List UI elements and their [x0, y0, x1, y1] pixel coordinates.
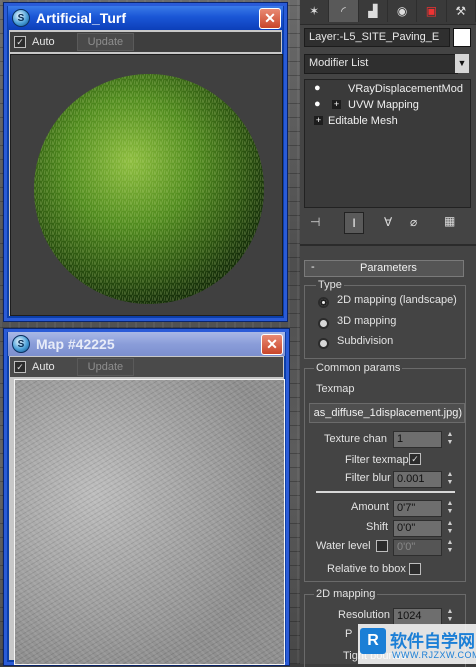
close-button[interactable]: ✕	[261, 334, 283, 355]
texture-chan-input[interactable]: 1	[393, 431, 442, 448]
dropdown-arrow-icon[interactable]: ▼	[455, 54, 469, 73]
amount-spinner[interactable]: ▲ ▼	[445, 500, 455, 517]
pin-stack-icon[interactable]: ⊣	[310, 215, 320, 229]
show-end-result-icon[interactable]: Ι	[344, 212, 364, 234]
amount-label: Amount	[351, 501, 389, 513]
filter-blur-input[interactable]: 0.001	[393, 471, 442, 488]
separator-line	[316, 491, 455, 493]
watermark-logo: R 软件自学网 WWW.RJZXW.COM	[358, 624, 476, 664]
resolution-label: Resolution	[338, 609, 390, 621]
map-preview-canvas	[14, 379, 285, 665]
radio-button[interactable]	[320, 320, 327, 327]
texmap-button[interactable]: as_diffuse_1displacement.jpg)	[309, 403, 465, 423]
radio-2d-mapping[interactable]: 2D mapping (landscape)	[320, 294, 457, 309]
shift-input[interactable]: 0'0"	[393, 520, 442, 537]
resolution-input[interactable]: 1024	[393, 608, 442, 625]
stack-item-label: UVW Mapping	[348, 99, 419, 111]
auto-checkbox[interactable]: ✓	[14, 36, 26, 48]
filter-texmap-label: Filter texmap	[345, 454, 409, 466]
object-color-swatch[interactable]	[453, 28, 471, 47]
precision-label: P	[345, 628, 353, 640]
water-level-checkbox[interactable]	[376, 540, 388, 552]
auto-checkbox[interactable]: ✓	[14, 361, 26, 373]
radio-button[interactable]	[320, 299, 327, 306]
texture-chan-spinner[interactable]: ▲ ▼	[445, 431, 455, 448]
filter-blur-spinner[interactable]: ▲ ▼	[445, 471, 455, 488]
auto-label: Auto	[32, 361, 55, 373]
material-window-titlebar[interactable]: S Artificial_Turf ✕	[8, 6, 283, 30]
update-button[interactable]: Update	[76, 33, 135, 51]
stack-toolbar: ⊣ Ι ∀ ⌀ ▦	[304, 211, 472, 235]
lightbulb-icon[interactable]: ●	[314, 98, 321, 110]
filter-blur-label: Filter blur	[345, 472, 391, 484]
type-group-label: Type	[316, 279, 344, 291]
rollout-title: Parameters	[360, 262, 417, 274]
modify-icon[interactable]: ◜	[329, 0, 359, 22]
material-preview-window: S Artificial_Turf ✕ ✓ Auto Update	[3, 2, 288, 322]
radio-3d-mapping[interactable]: 3D mapping	[320, 315, 396, 330]
stack-item-uvw-mapping[interactable]: ● + UVW Mapping	[306, 98, 468, 113]
common-params-group-label: Common params	[314, 362, 403, 374]
relative-to-bbox-checkbox[interactable]	[409, 563, 421, 575]
expand-plus-icon[interactable]: +	[332, 100, 341, 109]
relative-to-bbox-label: Relative to bbox	[327, 563, 406, 575]
motion-icon[interactable]: ◉	[388, 0, 418, 22]
command-panel-tabs: ✶ ◜ ▟ ◉ ▣ ⚒	[300, 0, 476, 25]
radio-subdivision[interactable]: Subdivision	[320, 335, 393, 350]
map-preview-window: S Map #42225 ✕ ✓ Auto Update	[3, 328, 290, 666]
shift-spinner[interactable]: ▲ ▼	[445, 520, 455, 537]
watermark-url: WWW.RJZXW.COM	[392, 650, 476, 660]
lightbulb-icon[interactable]: ●	[314, 82, 321, 94]
texmap-label: Texmap	[316, 383, 355, 395]
mapping2d-group-label: 2D mapping	[314, 588, 378, 600]
water-level-label: Water level	[316, 540, 371, 552]
texture-chan-label: Texture chan	[324, 433, 387, 445]
radio-label: 2D mapping (landscape)	[337, 294, 457, 306]
app-icon: S	[12, 335, 30, 353]
radio-label: Subdivision	[337, 335, 394, 347]
map-window-toolbar: ✓ Auto Update	[10, 357, 283, 377]
stack-item-label: VRayDisplacementMod	[348, 83, 463, 95]
collapse-icon: -	[311, 261, 315, 273]
modifier-list-dropdown[interactable]: Modifier List	[304, 54, 458, 74]
close-button[interactable]: ✕	[259, 8, 281, 29]
stack-item-label: Editable Mesh	[328, 115, 398, 127]
stack-item-editable-mesh[interactable]: + Editable Mesh	[306, 114, 468, 129]
remove-modifier-icon[interactable]: ⌀	[410, 215, 417, 229]
filter-texmap-checkbox[interactable]: ✓	[409, 453, 421, 465]
utilities-icon[interactable]: ⚒	[447, 0, 476, 22]
map-window-title: Map #42225	[36, 336, 115, 352]
hierarchy-icon[interactable]: ▟	[359, 0, 388, 22]
material-preview-canvas	[10, 54, 283, 316]
configure-sets-icon[interactable]: ▦	[444, 214, 455, 228]
turf-sphere	[34, 74, 264, 304]
map-window-titlebar[interactable]: S Map #42225 ✕	[8, 332, 285, 356]
stack-item-vray-displacement[interactable]: ● VRayDisplacementMod	[306, 82, 468, 97]
expand-plus-icon[interactable]: +	[314, 116, 323, 125]
make-unique-icon[interactable]: ∀	[384, 215, 392, 229]
amount-input[interactable]: 0'7"	[393, 500, 442, 517]
update-button[interactable]: Update	[76, 358, 135, 376]
water-level-input[interactable]: 0'0"	[393, 539, 442, 556]
watermark-badge-icon: R	[360, 628, 386, 654]
panel-divider	[300, 244, 476, 246]
radio-button[interactable]	[320, 340, 327, 347]
display-icon[interactable]: ▣	[417, 0, 447, 22]
resolution-spinner[interactable]: ▲ ▼	[445, 608, 455, 625]
create-icon[interactable]: ✶	[300, 0, 330, 22]
water-level-spinner[interactable]: ▲ ▼	[445, 539, 455, 556]
parameters-rollout-header[interactable]: - Parameters	[304, 260, 464, 277]
material-window-toolbar: ✓ Auto Update	[10, 32, 281, 52]
auto-label: Auto	[32, 36, 55, 48]
app-icon: S	[12, 9, 30, 27]
object-name-field[interactable]: Layer:-L5_SITE_Paving_E	[304, 28, 450, 47]
shift-label: Shift	[366, 521, 389, 533]
material-window-title: Artificial_Turf	[36, 10, 126, 26]
radio-label: 3D mapping	[337, 315, 397, 327]
watermark-text: 软件自学网	[390, 632, 475, 651]
